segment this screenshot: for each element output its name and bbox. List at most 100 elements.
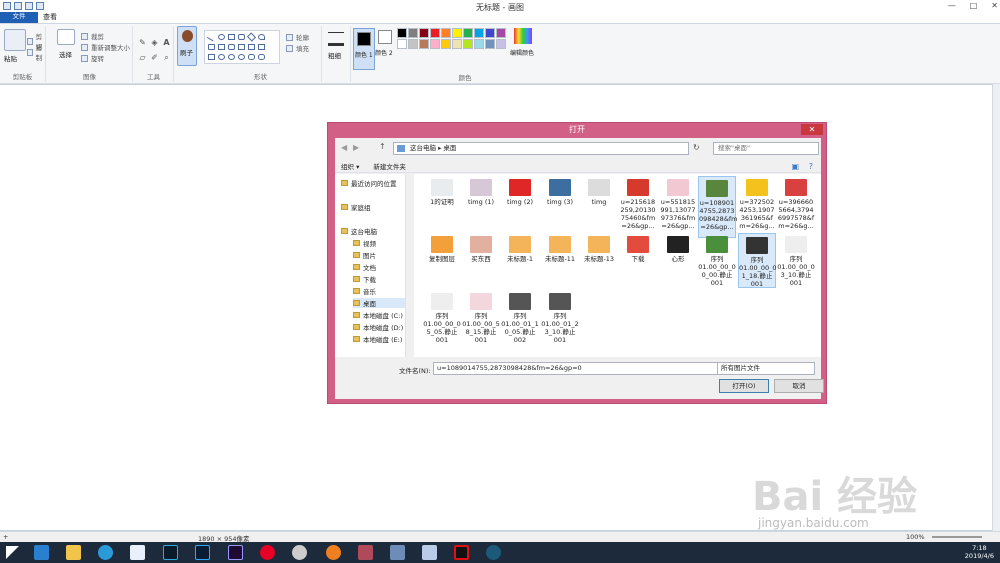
file-item[interactable]: 1的证明 — [423, 176, 461, 238]
hexagon-shape-icon[interactable] — [228, 44, 235, 50]
file-item[interactable]: 序列 01.00_00_0 3_10.静止 001 — [777, 233, 815, 288]
color-swatch[interactable] — [485, 28, 495, 38]
file-item[interactable]: 心形 — [659, 233, 697, 288]
color2-swatch[interactable] — [378, 30, 392, 44]
nav-item[interactable]: 最近访问的位置 — [341, 178, 397, 188]
edit-colors-icon[interactable] — [514, 28, 532, 44]
nav-item[interactable]: 桌面 — [353, 298, 409, 308]
color-swatch[interactable] — [408, 28, 418, 38]
photoshop-icon[interactable] — [195, 545, 210, 560]
color-swatch[interactable] — [441, 28, 451, 38]
help-icon[interactable]: ? — [809, 162, 813, 171]
color-swatch[interactable] — [496, 39, 506, 49]
star-six-shape-icon[interactable] — [238, 54, 245, 60]
color-swatch[interactable] — [463, 39, 473, 49]
pentagon-shape-icon[interactable] — [218, 44, 225, 50]
file-item[interactable]: timg (1) — [462, 176, 500, 238]
file-item[interactable]: 未标题-11 — [541, 233, 579, 288]
file-item[interactable]: 未标题-1 — [501, 233, 539, 288]
file-item[interactable]: 序列 01.00_01_1 0_05.静止 002 — [501, 290, 539, 344]
browser-icon[interactable] — [98, 545, 113, 560]
nav-item[interactable]: 文档 — [353, 262, 376, 272]
heart-shape-icon[interactable] — [248, 54, 255, 60]
line-width-icon[interactable] — [328, 32, 344, 46]
file-item[interactable]: 买东西 — [462, 233, 500, 288]
copy-button[interactable]: 复制 — [27, 42, 45, 62]
nav-pane-scrollbar[interactable] — [405, 174, 413, 357]
notepad-icon[interactable] — [422, 545, 437, 560]
recorder-icon[interactable] — [454, 545, 469, 560]
breadcrumb-this-pc[interactable]: 这台电脑 — [410, 144, 436, 152]
open-button[interactable]: 打开(O) — [719, 379, 769, 393]
new-folder-button[interactable]: 新建文件夹 — [373, 161, 406, 171]
color-swatch[interactable] — [485, 39, 495, 49]
nav-item[interactable]: 本地磁盘 (C:) — [353, 310, 403, 320]
nav-item[interactable]: 本地磁盘 (D:) — [353, 322, 403, 332]
select-button[interactable] — [57, 29, 75, 45]
refresh-icon[interactable]: ↻ — [693, 143, 700, 152]
file-explorer-icon[interactable] — [66, 545, 81, 560]
ie-browser-icon[interactable] — [34, 545, 49, 560]
baidu-netdisk-icon[interactable] — [130, 545, 145, 560]
file-item[interactable]: 序列 01.00_00_0 5_05.静止 001 — [423, 290, 461, 344]
file-item[interactable]: timg — [580, 176, 618, 238]
file-item[interactable]: 序列 01.00_01_2 3_10.静止 001 — [541, 290, 579, 344]
filetype-select[interactable]: 所有图片文件 — [717, 362, 815, 375]
preview-pane-icon[interactable]: ▣ — [791, 162, 799, 171]
arrow-left-shape-icon[interactable] — [248, 44, 255, 50]
nav-item[interactable]: 家庭组 — [341, 202, 371, 212]
color-swatch[interactable] — [397, 39, 407, 49]
triangle-shape-icon[interactable] — [208, 44, 215, 50]
color-swatch[interactable] — [474, 28, 484, 38]
file-item[interactable]: 下载 — [619, 233, 657, 288]
rotate-button[interactable]: 旋转 — [81, 53, 104, 63]
eraser-icon[interactable]: ▱ — [138, 53, 147, 62]
file-item[interactable]: u=215618 259,20130 75460&fm =26&gp... — [619, 176, 657, 238]
color-swatch[interactable] — [408, 39, 418, 49]
zoom-slider[interactable] — [932, 536, 982, 538]
file-item[interactable]: 未标题-13 — [580, 233, 618, 288]
breadcrumb-desktop[interactable]: 桌面 — [443, 144, 456, 152]
system-tray-clock[interactable]: 7:18 2019/4/6 — [965, 544, 994, 560]
fill-button[interactable]: 填充 — [286, 43, 309, 53]
cancel-button[interactable]: 取消 — [774, 379, 824, 393]
text-tool-icon[interactable]: A — [162, 38, 171, 47]
file-item[interactable]: timg (3) — [541, 176, 579, 238]
nav-item[interactable]: 音乐 — [353, 286, 376, 296]
file-item[interactable]: u=372502 4253,1907 361965&f m=26&g... — [738, 176, 776, 238]
tab-file[interactable]: 文件 — [0, 12, 38, 23]
file-item[interactable]: 序列 01.00_00_5 8_15.静止 001 — [462, 290, 500, 344]
crop-button[interactable]: 裁剪 — [81, 31, 104, 41]
arrow-right-shape-icon[interactable] — [238, 44, 245, 50]
pencil-icon[interactable]: ✎ — [138, 38, 147, 47]
color-swatch[interactable] — [430, 39, 440, 49]
file-item[interactable]: 序列 01.00_00_0 0_00.静止 001 — [698, 233, 736, 288]
nav-item[interactable]: 图片 — [353, 250, 376, 260]
file-item[interactable]: timg (2) — [501, 176, 539, 238]
filename-input[interactable]: u=1089014755,2873098428&fm=26&gp=0 — [433, 362, 718, 375]
netease-music-icon[interactable] — [260, 545, 275, 560]
app-blue-icon[interactable] — [486, 545, 501, 560]
arrow-down-shape-icon[interactable] — [208, 54, 215, 60]
app-panda-icon[interactable] — [292, 545, 307, 560]
color-swatch[interactable] — [397, 28, 407, 38]
nav-item[interactable]: 下载 — [353, 274, 376, 284]
oval-shape-icon[interactable] — [218, 34, 225, 40]
nav-item[interactable]: 本地磁盘 (E:) — [353, 334, 402, 344]
color-swatch[interactable] — [463, 28, 473, 38]
resize-button[interactable]: 重新调整大小 — [81, 42, 130, 52]
nav-item[interactable]: 视频 — [353, 238, 376, 248]
file-item[interactable]: u=396660 5664,3794 6997578&f m=26&g... — [777, 176, 815, 238]
color-swatch[interactable] — [474, 39, 484, 49]
fill-icon[interactable]: ◈ — [150, 38, 159, 47]
file-item[interactable]: u=108901 4755,2873 098428&fm =26&gp... — [698, 176, 738, 238]
file-item[interactable]: 序列 01.00_00_0 1_18.静止 001 — [738, 233, 777, 288]
rectangle-shape-icon[interactable] — [228, 34, 235, 40]
file-item[interactable]: u=551815 991,13077 97376&fm =26&gp... — [659, 176, 697, 238]
back-arrow-icon[interactable]: ◀ — [341, 143, 347, 152]
star-five-shape-icon[interactable] — [228, 54, 235, 60]
audition-icon[interactable] — [163, 545, 178, 560]
vertical-scrollbar[interactable] — [992, 84, 1000, 531]
premiere-icon[interactable] — [228, 545, 243, 560]
paint-taskbar-icon[interactable] — [390, 545, 405, 560]
